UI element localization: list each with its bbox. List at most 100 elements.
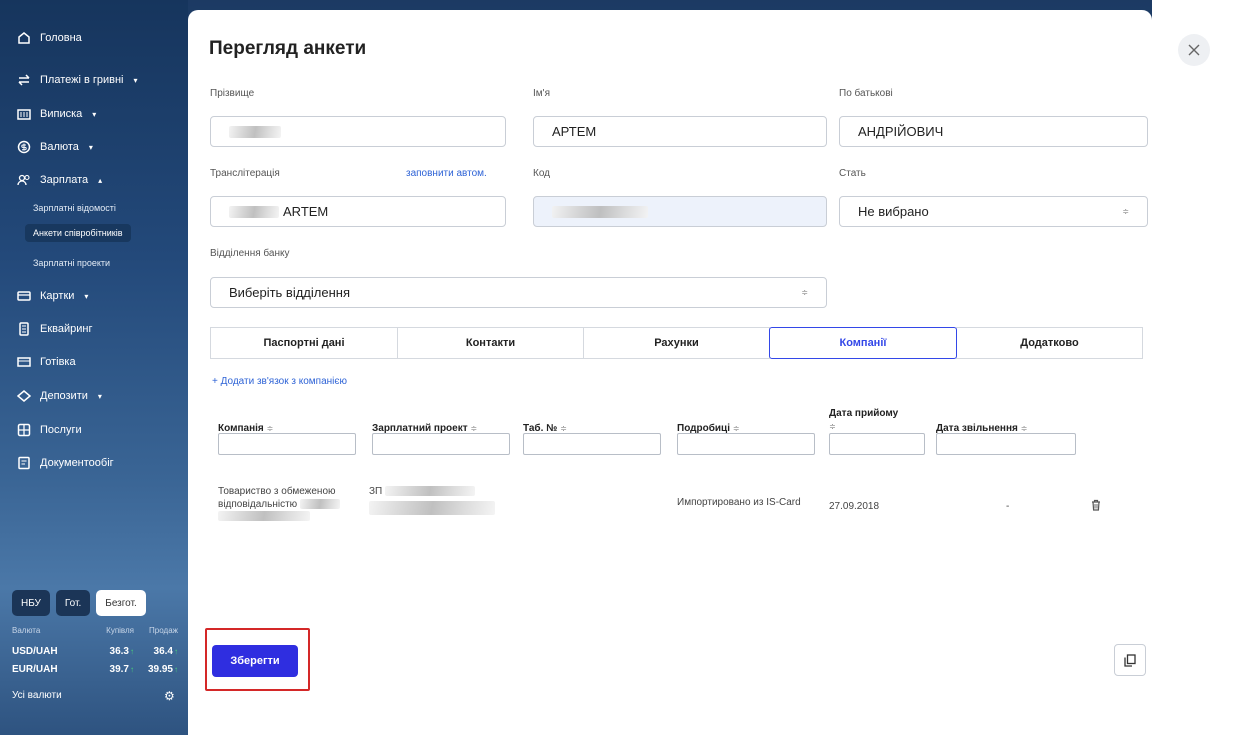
translit-value: ARTEM <box>283 204 329 219</box>
sidebar-item-label: Зарплата <box>40 174 89 186</box>
sidebar-item-services[interactable]: Послуги <box>16 420 82 440</box>
form-tabs: Паспортні дані Контакти Рахунки Компанії… <box>210 327 1143 359</box>
select-arrows-icon: ≑ <box>1122 207 1129 216</box>
services-icon <box>16 422 32 438</box>
sidebar-item-salary[interactable]: Зарплата ▴ <box>16 170 102 190</box>
tab-companies[interactable]: Компанії <box>769 327 957 359</box>
filter-fire-date-input[interactable] <box>936 433 1076 455</box>
gender-label: Стать <box>839 168 866 179</box>
sidebar-item-label: Валюта <box>40 141 79 153</box>
sidebar-item-documents[interactable]: Документообіг <box>16 453 114 473</box>
sidebar-item-label: Картки <box>40 290 75 302</box>
rate-pair: USD/UAH <box>12 646 58 657</box>
translit-label: Транслітерація <box>210 168 280 179</box>
filter-tab-number-input[interactable] <box>523 433 661 455</box>
branch-select[interactable]: Виберіть відділення ≑ <box>210 277 827 308</box>
sort-icon: ≑ <box>560 424 567 433</box>
all-currencies-link[interactable]: Усі валюти <box>12 690 62 701</box>
name-value: АРТЕМ <box>552 124 597 139</box>
column-header-hire-date[interactable]: Дата прийому ≑ <box>829 407 919 433</box>
terminal-icon <box>16 321 32 337</box>
rate-header-sell: Продаж <box>149 626 178 635</box>
sort-icon: ≑ <box>1020 424 1028 433</box>
tab-passport[interactable]: Паспортні дані <box>210 327 398 359</box>
sidebar-item-cards[interactable]: Картки ▾ <box>16 286 88 306</box>
sidebar: Головна Платежі в гривні ▾ Виписка ▾ Вал… <box>0 0 188 735</box>
sidebar-subitem-salary-sheets[interactable]: Зарплатні відомості <box>33 199 116 217</box>
table-row-details: Импортировано из IS-Card <box>677 497 801 508</box>
sidebar-subitem-employee-forms[interactable]: Анкети співробітників <box>25 224 131 242</box>
autofill-link[interactable]: заповнити автом. <box>406 168 487 179</box>
translit-field[interactable]: ARTEM <box>210 196 506 227</box>
cash-icon <box>16 354 32 370</box>
company-line-1: Товариство з обмеженою <box>218 486 336 497</box>
chevron-down-icon: ▾ <box>92 109 97 119</box>
gear-icon[interactable]: ⚙ <box>164 689 175 703</box>
sidebar-item-acquiring[interactable]: Еквайринг <box>16 319 92 339</box>
trash-icon[interactable] <box>1091 499 1101 514</box>
rate-buy: 36.3 <box>109 646 129 657</box>
close-icon <box>1188 44 1200 56</box>
sidebar-item-label: Послуги <box>40 424 82 436</box>
rate-pair: EUR/UAH <box>12 664 58 675</box>
chevron-down-icon: ▾ <box>133 75 138 85</box>
surname-label: Прізвище <box>210 88 255 99</box>
chevron-down-icon: ▾ <box>88 142 93 152</box>
filter-project-input[interactable] <box>372 433 510 455</box>
patronymic-field[interactable]: АНДРІЙОВИЧ <box>839 116 1148 147</box>
table-row-fire-date: - <box>1006 501 1010 512</box>
redacted-value <box>385 486 476 497</box>
tab-contacts[interactable]: Контакти <box>397 327 584 359</box>
gender-select[interactable]: Не вибрано ≑ <box>839 196 1148 227</box>
sidebar-item-statement[interactable]: Виписка ▾ <box>16 104 96 124</box>
project-prefix: ЗП <box>369 486 383 497</box>
add-company-link[interactable]: + Додати зв'язок з компанією <box>212 376 347 387</box>
sidebar-item-payments[interactable]: Платежі в гривні ▾ <box>16 70 138 90</box>
redacted-value <box>552 205 648 218</box>
filter-hire-date-input[interactable] <box>829 433 925 455</box>
sidebar-item-currency[interactable]: Валюта ▾ <box>16 137 93 157</box>
sort-icon: ≑ <box>266 424 274 433</box>
transfer-icon <box>16 72 32 88</box>
table-row-project: ЗП <box>369 485 509 519</box>
sidebar-item-home[interactable]: Головна <box>16 28 82 48</box>
home-icon <box>16 30 32 46</box>
surname-field[interactable] <box>210 116 506 147</box>
filter-details-input[interactable] <box>677 433 815 455</box>
code-field <box>533 196 827 227</box>
rate-sell: 36.4 <box>153 646 173 657</box>
rate-table-header: Валюта Купівля Продаж <box>12 626 178 635</box>
close-button[interactable] <box>1178 34 1210 66</box>
copy-button[interactable] <box>1114 644 1146 676</box>
tab-accounts[interactable]: Рахунки <box>583 327 770 359</box>
rate-tab-cash[interactable]: Гот. <box>55 590 91 616</box>
name-field[interactable]: АРТЕМ <box>533 116 827 147</box>
sidebar-item-deposits[interactable]: Депозити ▾ <box>16 386 102 406</box>
sort-icon: ≑ <box>470 424 478 433</box>
copy-icon <box>1124 653 1136 667</box>
sidebar-subitem-salary-projects[interactable]: Зарплатні проекти <box>33 254 110 272</box>
document-icon <box>16 455 32 471</box>
people-icon <box>16 172 32 188</box>
redacted-value <box>229 205 279 218</box>
redacted-value <box>369 501 495 515</box>
rate-tab-noncash[interactable]: Безгот. <box>96 590 146 616</box>
rate-row-usd: USD/UAH 36.3↑ 36.4↑ <box>12 646 178 657</box>
company-line-2: відповідальністю <box>218 499 298 510</box>
rate-tabs: НБУ Гот. Безгот. <box>12 590 146 616</box>
page-title: Перегляд анкети <box>209 38 367 59</box>
sort-icon: ≑ <box>829 422 836 431</box>
tab-additional[interactable]: Додатково <box>956 327 1143 359</box>
deposit-icon <box>16 388 32 404</box>
filter-company-input[interactable] <box>218 433 356 455</box>
rate-tab-nbu[interactable]: НБУ <box>12 590 50 616</box>
sort-icon: ≑ <box>732 424 740 433</box>
arrow-up-icon: ↑ <box>174 647 178 656</box>
rate-buy: 39.7 <box>109 664 129 675</box>
sidebar-item-cash[interactable]: Готівка <box>16 352 76 372</box>
chevron-down-icon: ▾ <box>97 391 102 401</box>
rate-row-eur: EUR/UAH 39.7↑ 39.95↑ <box>12 664 178 675</box>
branch-value: Виберіть відділення <box>229 285 350 300</box>
patronymic-value: АНДРІЙОВИЧ <box>858 124 944 139</box>
save-button[interactable]: Зберегти <box>212 645 298 677</box>
